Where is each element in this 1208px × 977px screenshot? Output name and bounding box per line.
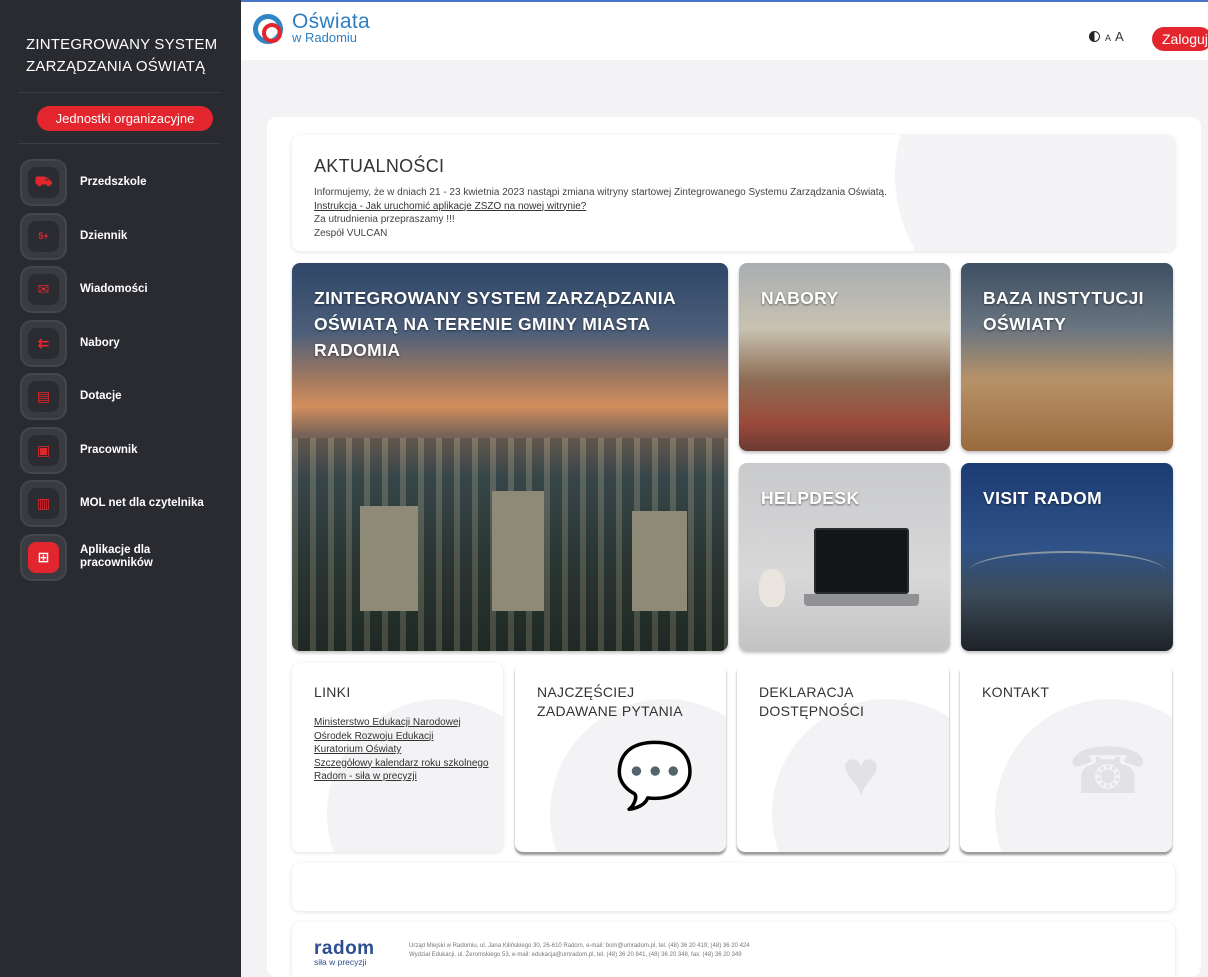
news-card: AKTUALNOŚCI Informujemy, że w dniach 21 … [292, 135, 1175, 251]
link-ore[interactable]: Ośrodek Rozwoju Edukacji [314, 730, 494, 744]
institutions-base-tile[interactable]: BAZA INSTYTUCJI OŚWIATY [961, 263, 1173, 451]
top-bar: Oświata w Radomiu A A Zaloguj [241, 0, 1208, 60]
radom-logo-tagline: siła w precyzji [314, 957, 367, 967]
login-button[interactable]: Zaloguj [1152, 27, 1208, 51]
news-body: Informujemy, że w dniach 21 - 23 kwietni… [314, 186, 887, 240]
footer-contact: Urząd Miejski w Radomiu, ul. Jana Kilińs… [409, 942, 750, 960]
news-text: Za utrudnienia przepraszamy !!! [314, 214, 455, 225]
preschool-icon: ⛟ [20, 159, 67, 207]
sidebar-item-aplikacje[interactable]: ⊞ Aplikacje dla pracowników [20, 531, 235, 585]
faq-title: NAJCZĘŚCIEJ ZADAWANE PYTANIA [537, 684, 683, 719]
divider [18, 92, 220, 93]
logo-subtitle: w Radomiu [292, 30, 358, 45]
empty-strip [292, 863, 1175, 911]
visit-radom-tile[interactable]: VISIT RADOM [961, 463, 1173, 651]
link-calendar[interactable]: Szczegółowy kalendarz roku szkolnego [314, 757, 494, 771]
sidebar-item-label: Aplikacje dla pracowników [80, 544, 153, 570]
footer-line: Wydział Edukacji, ul. Żeromskiego 53, e-… [409, 952, 742, 958]
institutions-base-title: BAZA INSTYTUCJI OŚWIATY [983, 288, 1144, 334]
sidebar-item-label: Pracownik [80, 443, 138, 456]
contact-card[interactable]: ☎ KONTAKT [960, 663, 1172, 852]
link-kuratorium[interactable]: Kuratorium Oświaty [314, 743, 494, 757]
sidebar: ZINTEGROWANY SYSTEM ZARZĄDZANIA OŚWIATĄ … [0, 0, 241, 977]
news-title: AKTUALNOŚCI [314, 156, 445, 176]
divider [18, 143, 220, 144]
faq-card[interactable]: 💬 NAJCZĘŚCIEJ ZADAWANE PYTANIA [515, 663, 726, 852]
building-image [492, 491, 544, 611]
sidebar-item-nabory[interactable]: ⇇ Nabory [20, 317, 235, 371]
megaphone-icon: ✉ [20, 266, 67, 314]
sidebar-item-dotacje[interactable]: ▤ Dotacje [20, 370, 235, 424]
system-title-line2: ZARZĄDZANIA OŚWIATĄ [26, 58, 206, 75]
grants-icon: ▤ [20, 373, 67, 421]
building-image [632, 511, 687, 611]
links-title: LINKI [314, 684, 351, 700]
sidebar-item-label: Przedszkole [80, 176, 147, 189]
links-card: LINKI Ministerstwo Edukacji Narodowej Oś… [292, 663, 503, 852]
radom-logo: radom [314, 938, 375, 959]
sidebar-item-label: Wiadomości [80, 283, 148, 296]
main-system-tile[interactable]: ZINTEGROWANY SYSTEM ZARZĄDZANIA OŚWIATĄ … [292, 263, 728, 651]
news-signature: Zespół VULCAN [314, 227, 388, 239]
grid-icon: ⊞ [20, 533, 67, 581]
sidebar-item-label: Nabory [80, 336, 120, 349]
sidebar-item-pracownik[interactable]: ▣ Pracownik [20, 424, 235, 478]
system-title-line1: ZINTEGROWANY SYSTEM [26, 36, 218, 53]
logo-title: Oświata [292, 10, 370, 33]
sidebar-item-wiadomosci[interactable]: ✉ Wiadomości [20, 263, 235, 317]
link-radom[interactable]: Radom - siła w precyzji [314, 770, 494, 784]
links-list: Ministerstwo Edukacji Narodowej Ośrodek … [314, 716, 494, 784]
vase-image [759, 569, 785, 607]
accessibility-card[interactable]: ♥ DEKLARACJA DOSTĘPNOŚCI [737, 663, 949, 852]
briefcase-icon: ▣ [20, 426, 67, 474]
building-image [360, 506, 418, 611]
megaphone-icon [895, 135, 1175, 251]
sidebar-item-przedszkole[interactable]: ⛟ Przedszkole [20, 156, 235, 210]
sidebar-nav: ⛟ Przedszkole 5+ Dziennik ✉ Wiadomości ⇇… [20, 156, 235, 584]
font-size-large-button[interactable]: A [1115, 29, 1124, 44]
link-men[interactable]: Ministerstwo Edukacji Narodowej [314, 716, 494, 730]
accessibility-title: DEKLARACJA DOSTĘPNOŚCI [759, 684, 865, 719]
main-tile-title: ZINTEGROWANY SYSTEM ZARZĄDZANIA OŚWIATĄ … [314, 288, 676, 360]
contrast-icon[interactable] [1089, 31, 1100, 42]
chat-icon: 💬 [615, 739, 695, 811]
footer: radom siła w precyzji Urząd Miejski w Ra… [292, 922, 1175, 977]
system-title: ZINTEGROWANY SYSTEM ZARZĄDZANIA OŚWIATĄ [26, 34, 226, 78]
news-text: Informujemy, że w dniach 21 - 23 kwietni… [314, 187, 887, 198]
sidebar-item-label: Dotacje [80, 390, 122, 403]
location-heart-icon: ♥ [842, 737, 880, 809]
organizational-units-button[interactable]: Jednostki organizacyjne [37, 106, 213, 131]
sidebar-item-mol-net[interactable]: ▥ MOL net dla czytelnika [20, 477, 235, 531]
enrollment-icon: ⇇ [20, 319, 67, 367]
footer-line: Urząd Miejski w Radomiu, ul. Jana Kilińs… [409, 943, 750, 949]
helpdesk-title: HELPDESK [761, 488, 860, 508]
sidebar-item-label: Dziennik [80, 229, 128, 242]
helpdesk-tile[interactable]: HELPDESK [739, 463, 950, 651]
light-trails-image [969, 551, 1165, 591]
visit-radom-title: VISIT RADOM [983, 488, 1103, 508]
contact-icon: ☎ [1068, 735, 1148, 807]
instruction-link[interactable]: Instrukcja - Jak uruchomić aplikacje ZSZ… [314, 201, 586, 212]
logo-icon [253, 14, 283, 44]
font-size-small-button[interactable]: A [1105, 33, 1111, 43]
contact-title: KONTAKT [982, 684, 1050, 700]
laptop-image [814, 528, 909, 594]
journal-icon: 5+ [20, 212, 67, 260]
laptop-base-image [804, 594, 919, 606]
sidebar-item-label: MOL net dla czytelnika [80, 497, 204, 510]
books-icon: ▥ [20, 480, 67, 528]
nabory-title: NABORY [761, 288, 839, 308]
sidebar-item-dziennik[interactable]: 5+ Dziennik [20, 210, 235, 264]
nabory-tile[interactable]: NABORY [739, 263, 950, 451]
